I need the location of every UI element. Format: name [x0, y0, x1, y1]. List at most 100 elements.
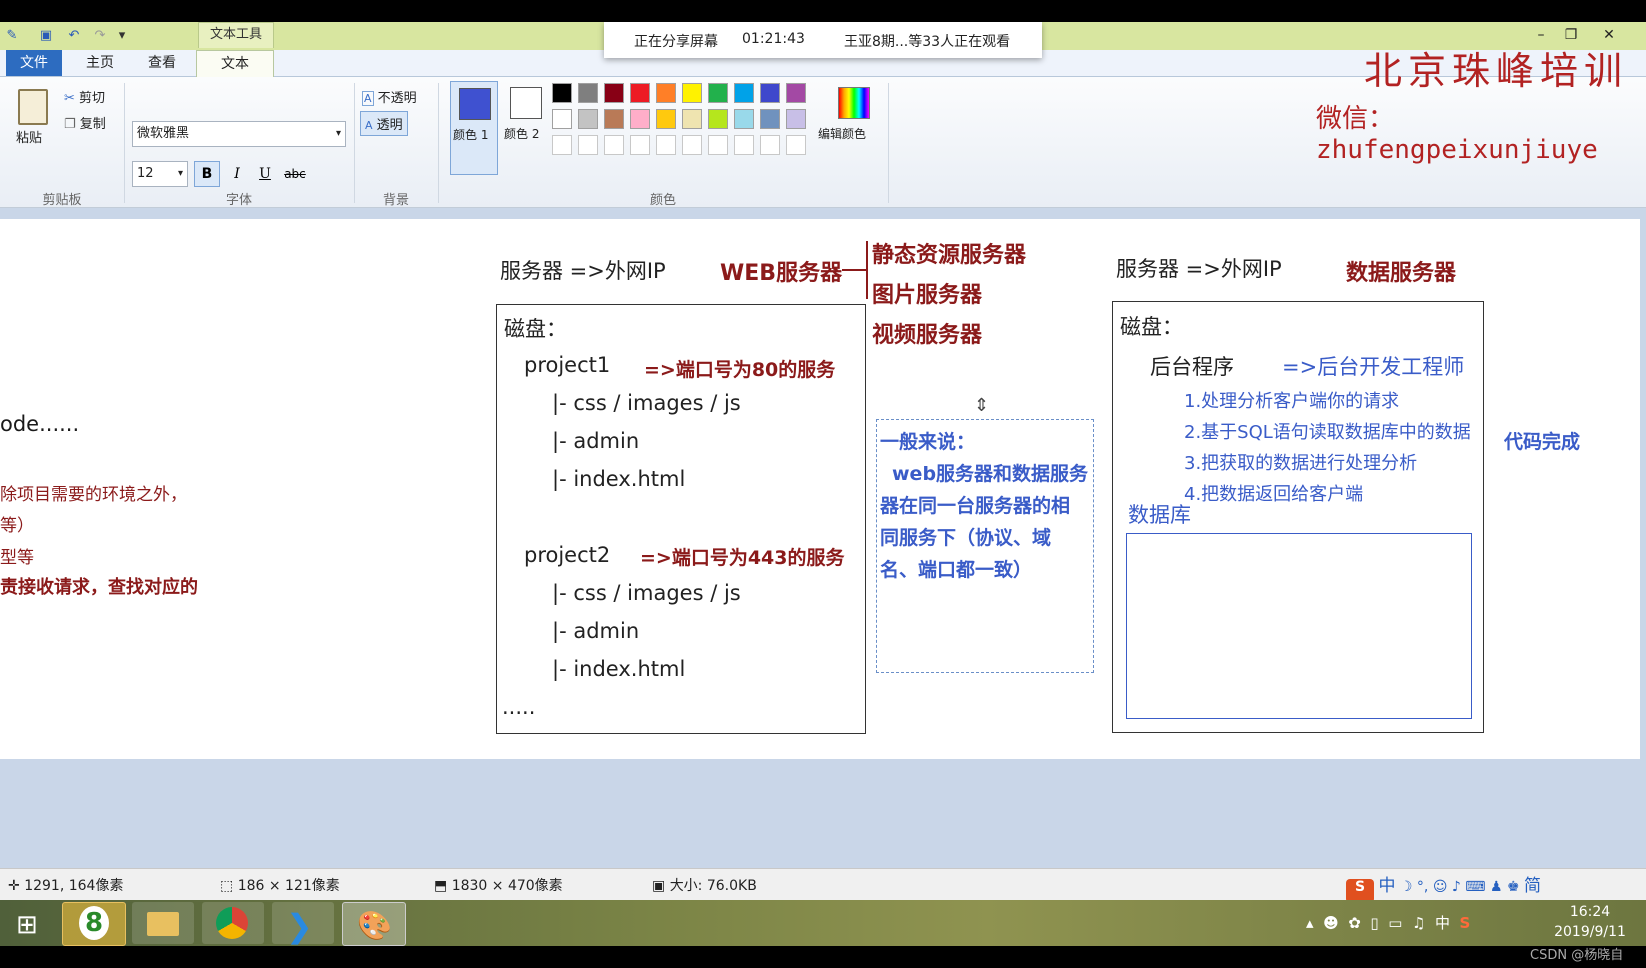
color-swatch[interactable]: [786, 83, 806, 103]
taskbar-paint[interactable]: 🎨: [342, 902, 406, 946]
color-swatch[interactable]: [552, 109, 572, 129]
custom-color-slot[interactable]: [734, 135, 754, 155]
user-icon[interactable]: ♟: [1490, 879, 1503, 895]
backend-step: 1.处理分析客户端你的请求: [1184, 391, 1400, 412]
bold-button[interactable]: B: [194, 161, 220, 187]
keyboard-icon[interactable]: ⌨: [1465, 879, 1485, 895]
copy-button[interactable]: ❐ 复制: [64, 113, 106, 132]
code-done-label: 代码完成: [1504, 431, 1581, 453]
network-icon[interactable]: ▭: [1388, 914, 1402, 932]
start-button[interactable]: ⊞: [2, 902, 58, 944]
paint-window: ✎ ▣ ↶ ↷ ▾ 文本工具 – ❐ ✕ 文件 主页 查看 文本 粘贴 ✂ 剪切…: [0, 22, 1646, 946]
color-swatch[interactable]: [708, 83, 728, 103]
custom-color-slot[interactable]: [604, 135, 624, 155]
taskbar-app-8[interactable]: 8: [62, 902, 126, 946]
color-swatch[interactable]: [604, 109, 624, 129]
canvas-area[interactable]: ode...... 除项目需要的环境之外， 等） 型等 责接收请求，查找对应的 …: [0, 208, 1646, 868]
taskbar: ⊞ 8 ❯ 🎨 ▴ ☻ ✿ ▯ ▭ ♫ 中 S 16:24 2019/9/11: [0, 900, 1646, 946]
selection-icon: ⬚: [220, 878, 234, 894]
font-size-select[interactable]: 12 ▾: [132, 161, 188, 187]
ime-mode[interactable]: 简: [1524, 876, 1541, 896]
colors-group-label: 颜色: [649, 193, 676, 208]
emoji-icon[interactable]: ☺: [1433, 879, 1448, 895]
custom-color-slot[interactable]: [760, 135, 780, 155]
color-swatch[interactable]: [682, 83, 702, 103]
paste-button[interactable]: [14, 87, 50, 125]
color-swatch[interactable]: [630, 109, 650, 129]
custom-color-slot[interactable]: [630, 135, 650, 155]
custom-color-slot[interactable]: [552, 135, 572, 155]
note-line: 一般来说：: [880, 431, 976, 453]
font-family-select[interactable]: 微软雅黑 ▾: [132, 121, 346, 147]
chrome-icon: [216, 907, 248, 939]
moon-icon[interactable]: ☽: [1400, 879, 1413, 895]
ime-toolbar[interactable]: S 中 ☽ °, ☺ ♪ ⌨ ♟ ♚ 简: [1346, 871, 1646, 903]
edit-colors-label: 编辑颜色: [818, 127, 867, 141]
custom-color-slot[interactable]: [578, 135, 598, 155]
tab-home[interactable]: 主页: [72, 50, 128, 76]
flower-icon[interactable]: ✿: [1348, 914, 1361, 932]
usb-icon[interactable]: ▯: [1370, 914, 1378, 932]
qq-icon[interactable]: ☻: [1323, 914, 1339, 932]
edit-colors-button[interactable]: 编辑颜色: [818, 81, 884, 175]
clock[interactable]: 16:24 2019/9/11: [1540, 902, 1640, 942]
custom-color-slot[interactable]: [682, 135, 702, 155]
tab-text[interactable]: 文本: [196, 50, 274, 79]
punctuation-icon[interactable]: °,: [1417, 879, 1428, 895]
opaque-button[interactable]: A 不透明: [362, 87, 417, 106]
color-swatch[interactable]: [734, 83, 754, 103]
strikethrough-button[interactable]: abc: [280, 161, 310, 187]
save-icon[interactable]: ▣: [38, 28, 54, 44]
color-swatch[interactable]: [578, 109, 598, 129]
color2-button[interactable]: 颜色 2: [502, 81, 550, 175]
color-swatch[interactable]: [786, 109, 806, 129]
context-tab-label: 文本工具: [198, 22, 274, 48]
color-swatch[interactable]: [656, 83, 676, 103]
color1-button[interactable]: 颜色 1: [450, 81, 498, 175]
volume-icon[interactable]: ♫: [1412, 914, 1425, 932]
underline-button[interactable]: U: [252, 161, 278, 187]
color-swatch[interactable]: [578, 83, 598, 103]
paint-app-icon[interactable]: ✎: [4, 28, 20, 44]
tab-file[interactable]: 文件: [6, 50, 62, 76]
custom-color-slot[interactable]: [656, 135, 676, 155]
ime-lang[interactable]: 中: [1378, 876, 1395, 896]
background-group-label: 背景: [382, 193, 409, 208]
custom-color-slot[interactable]: [786, 135, 806, 155]
taskbar-chrome[interactable]: [202, 902, 264, 944]
color-swatch[interactable]: [552, 83, 572, 103]
watermark: CSDN @杨晓自: [1530, 948, 1624, 963]
skin-icon[interactable]: ♚: [1507, 879, 1520, 895]
group-divider: [124, 83, 125, 203]
tab-view[interactable]: 查看: [134, 50, 190, 76]
group-divider: [354, 83, 355, 203]
taskbar-explorer[interactable]: [132, 902, 194, 944]
group-divider: [888, 83, 889, 203]
taskbar-vscode[interactable]: ❯: [272, 902, 334, 945]
tray-lang[interactable]: 中: [1435, 914, 1450, 932]
file-item: |- css / images / js: [552, 581, 741, 605]
opaque-label: 不透明: [377, 91, 417, 106]
color-swatch[interactable]: [760, 109, 780, 129]
system-tray[interactable]: ▴ ☻ ✿ ▯ ▭ ♫ 中 S: [1306, 912, 1470, 933]
vscode-icon: ❯: [286, 907, 313, 945]
color-swatch[interactable]: [656, 109, 676, 129]
italic-button[interactable]: I: [224, 161, 250, 187]
color-swatch[interactable]: [630, 83, 650, 103]
mic-icon[interactable]: ♪: [1452, 879, 1461, 895]
sogou-tray-icon[interactable]: S: [1460, 914, 1471, 932]
undo-icon[interactable]: ↶: [66, 28, 82, 44]
drawing-canvas[interactable]: ode...... 除项目需要的环境之外， 等） 型等 责接收请求，查找对应的 …: [0, 219, 1640, 759]
redo-icon[interactable]: ↷: [92, 28, 108, 44]
color-swatch[interactable]: [682, 109, 702, 129]
customize-qat-icon[interactable]: ▾: [114, 28, 130, 44]
cut-button[interactable]: ✂ 剪切: [64, 87, 105, 106]
custom-color-slot[interactable]: [708, 135, 728, 155]
color-swatch[interactable]: [604, 83, 624, 103]
backend-note: =>后台开发工程师: [1282, 355, 1465, 379]
color-swatch[interactable]: [708, 109, 728, 129]
transparent-button[interactable]: A 透明: [360, 111, 408, 136]
color-swatch[interactable]: [760, 83, 780, 103]
color-swatch[interactable]: [734, 109, 754, 129]
tray-arrow-icon[interactable]: ▴: [1306, 914, 1314, 932]
